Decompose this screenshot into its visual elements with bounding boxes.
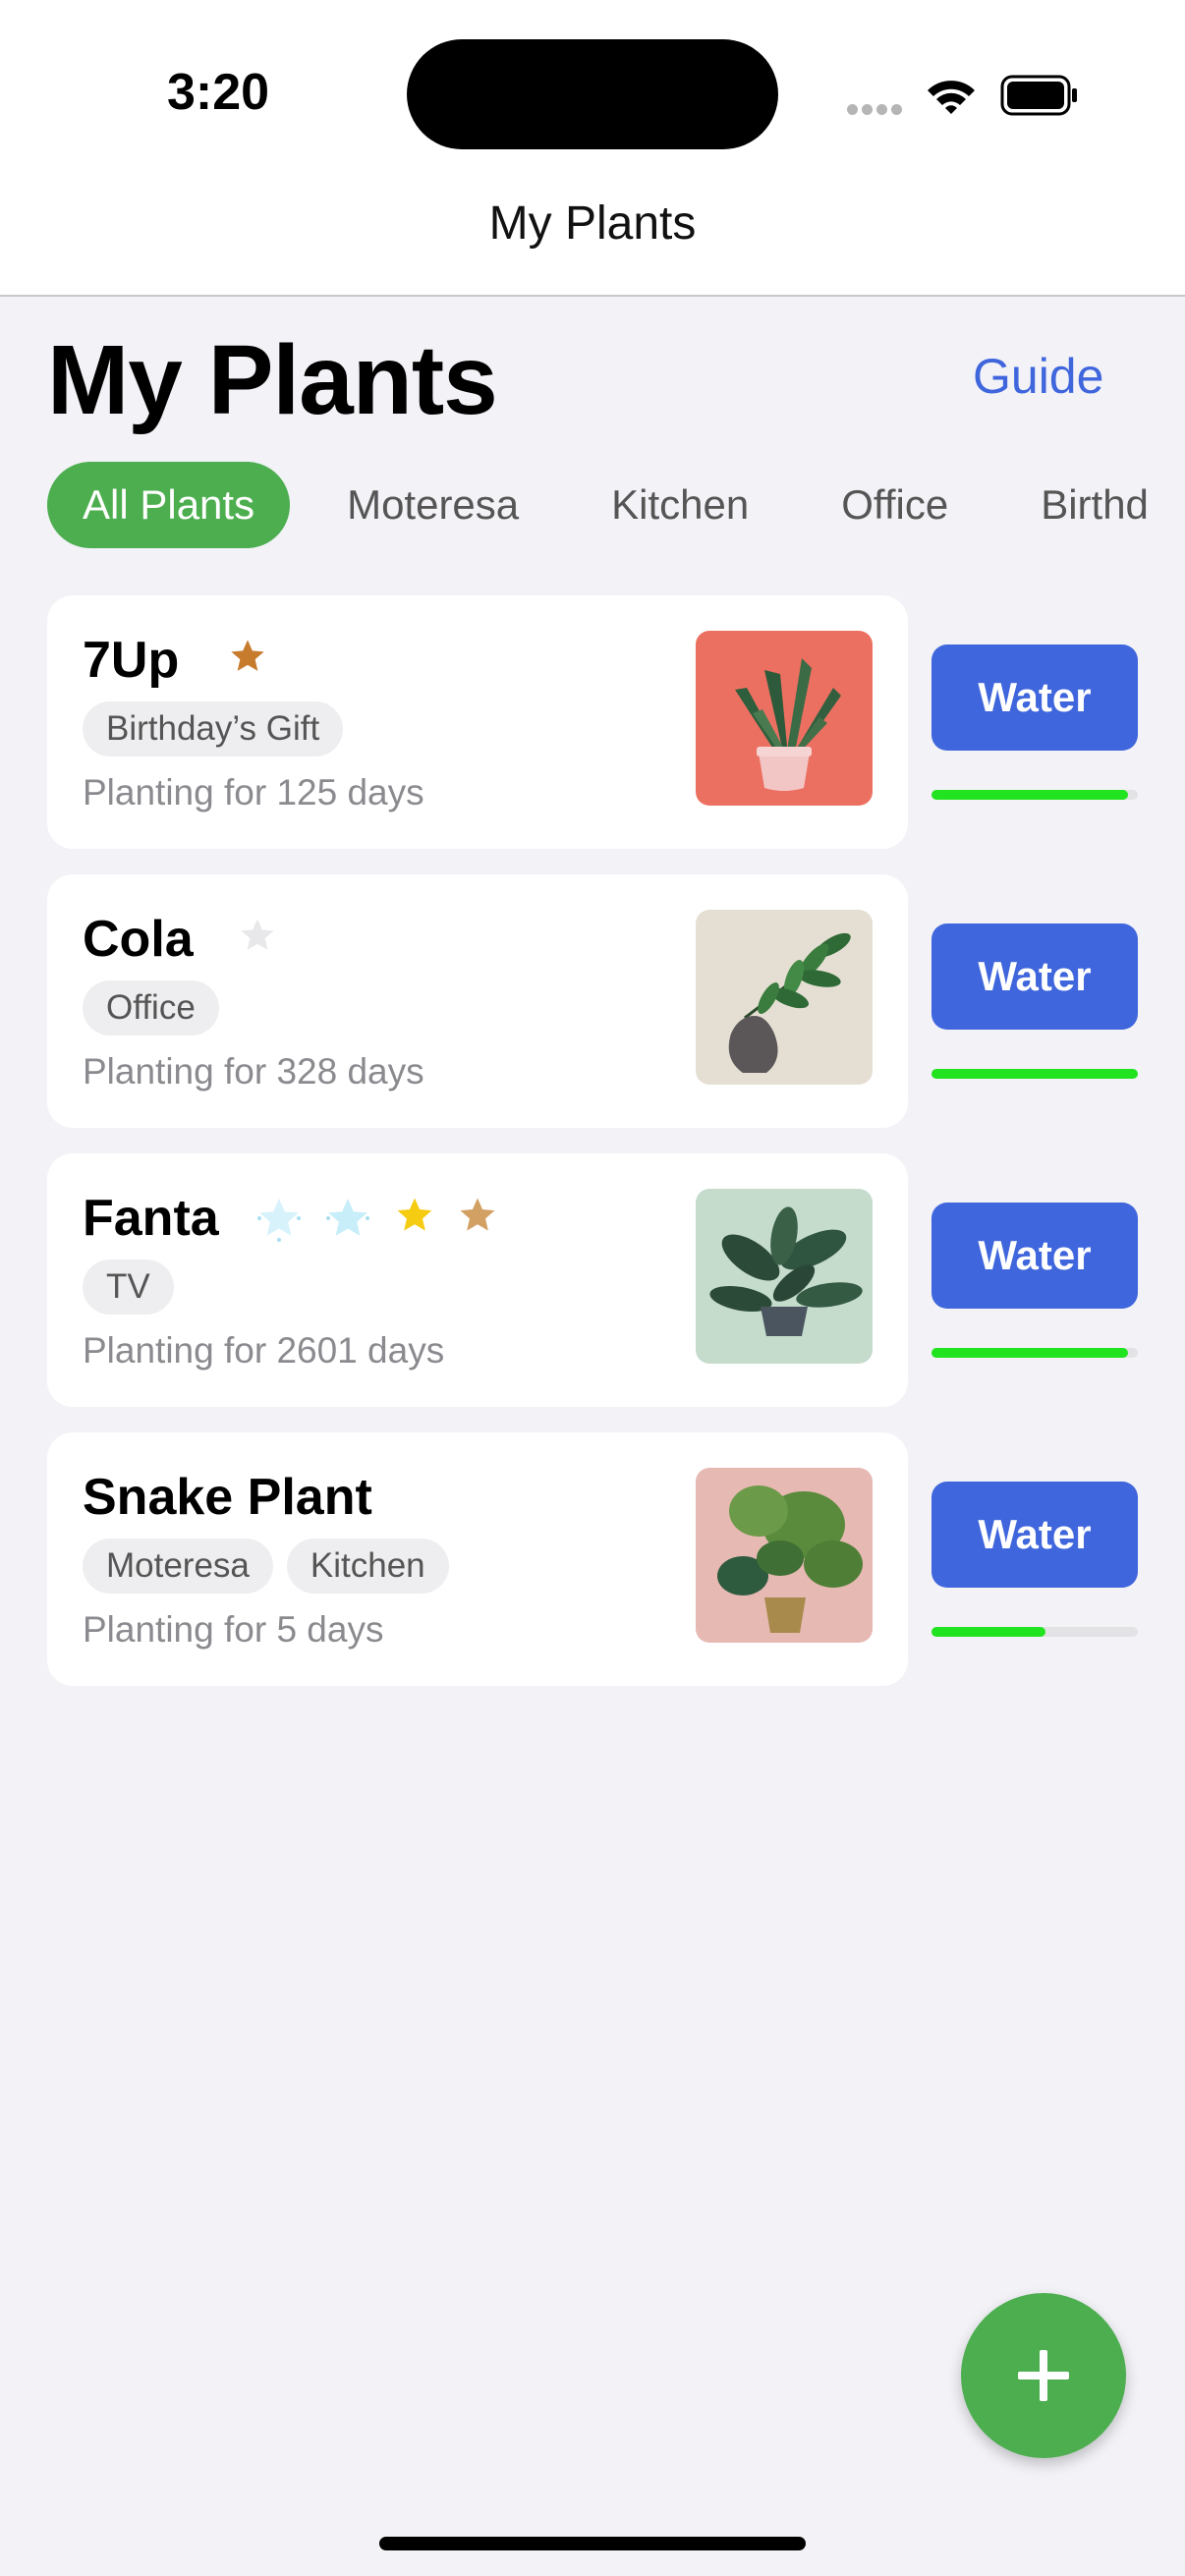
tag-list: TV	[83, 1260, 188, 1315]
wifi-icon	[926, 77, 977, 121]
planting-days: Planting for 125 days	[83, 772, 424, 812]
star-rating	[238, 916, 295, 955]
filter-chip-office[interactable]: Office	[806, 462, 984, 548]
plant-name: Cola	[83, 911, 194, 968]
guide-button[interactable]: Guide	[973, 348, 1103, 405]
star-rating	[255, 1195, 516, 1242]
water-button[interactable]: Water	[931, 924, 1138, 1030]
plant-thumbnail	[696, 1189, 873, 1364]
filter-chip-kitchen[interactable]: Kitchen	[576, 462, 784, 548]
star-icon	[460, 1198, 495, 1231]
tag-list: Office	[83, 980, 233, 1036]
water-level-fill	[931, 1348, 1128, 1358]
sparkle-star-icon	[326, 1199, 370, 1236]
filter-chip-birthday[interactable]: Birthd	[1005, 462, 1184, 548]
branch-in-vase-illustration	[728, 932, 851, 1073]
plant-card-fanta[interactable]: Fanta TV Planting for 2601 days	[47, 1153, 908, 1407]
filter-chip-moteresa[interactable]: Moteresa	[311, 462, 554, 548]
water-level-fill	[931, 1069, 1138, 1079]
plant-thumbnail	[696, 631, 873, 806]
water-level-bar	[931, 1069, 1138, 1079]
status-time: 3:20	[166, 64, 270, 121]
tag: Birthday’s Gift	[83, 701, 344, 756]
plant-thumbnail	[696, 1468, 873, 1643]
tag: Office	[83, 980, 219, 1036]
page-title: My Plants	[47, 325, 498, 435]
tag-list: Moteresa Kitchen	[83, 1539, 463, 1594]
plant-name: Fanta	[83, 1190, 219, 1247]
leafy-plant-illustration	[709, 1206, 863, 1336]
home-indicator	[379, 2537, 806, 2550]
star-icon	[231, 640, 264, 671]
planting-days: Planting for 5 days	[83, 1609, 384, 1650]
status-bar: 3:20	[0, 0, 1185, 177]
sparkle-star-icon	[257, 1199, 301, 1242]
planting-days: Planting for 2601 days	[83, 1330, 445, 1371]
water-level-bar	[931, 1627, 1138, 1637]
nav-divider	[0, 295, 1185, 297]
water-button[interactable]: Water	[931, 1203, 1138, 1309]
filter-bar: All Plants Moteresa Kitchen Office Birthd	[47, 462, 1185, 548]
snake-plant-illustration	[735, 658, 841, 791]
tag: Moteresa	[83, 1539, 273, 1594]
filter-chip-all-plants[interactable]: All Plants	[47, 462, 291, 548]
plant-card-cola[interactable]: Cola Office Planting for 328 days	[47, 874, 908, 1128]
plant-name: Snake Plant	[83, 1469, 372, 1526]
nav-title: My Plants	[488, 197, 697, 250]
star-icon	[397, 1198, 432, 1231]
plant-card-7up[interactable]: 7Up Birthday’s Gift Planting for 125 day…	[47, 595, 908, 849]
plant-name: 7Up	[83, 632, 180, 689]
water-level-bar	[931, 1348, 1138, 1358]
water-level-bar	[931, 790, 1138, 800]
tag: Kitchen	[286, 1539, 449, 1594]
tag-list: Birthday’s Gift	[83, 701, 357, 756]
water-button[interactable]: Water	[931, 644, 1138, 751]
tag: TV	[83, 1260, 174, 1315]
dynamic-island	[407, 39, 778, 149]
water-button[interactable]: Water	[931, 1482, 1138, 1588]
battery-icon	[1000, 75, 1079, 121]
plant-card-snake-plant[interactable]: Snake Plant Moteresa Kitchen Planting for…	[47, 1432, 908, 1686]
plant-thumbnail	[696, 910, 873, 1085]
cellular-signal-icon	[847, 102, 906, 120]
water-level-fill	[931, 790, 1128, 800]
water-level-fill	[931, 1627, 1045, 1637]
monstera-illustration	[717, 1485, 863, 1633]
star-icon	[241, 919, 274, 950]
star-rating	[228, 637, 285, 676]
add-plant-button[interactable]	[961, 2293, 1126, 2458]
planting-days: Planting for 328 days	[83, 1051, 424, 1092]
